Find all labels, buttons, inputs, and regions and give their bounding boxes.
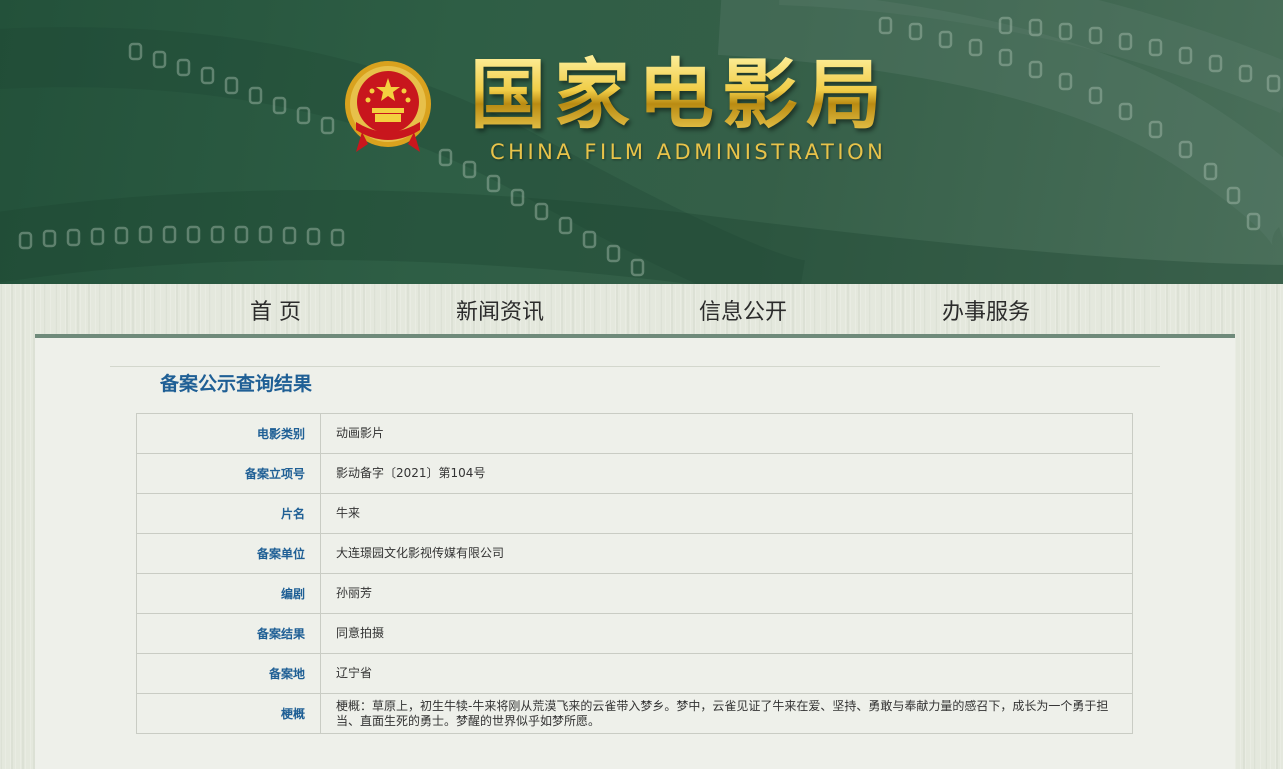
row-value: 孙丽芳 (320, 573, 1133, 614)
main-nav: 首 页 新闻资讯 信息公开 办事服务 (0, 284, 1283, 334)
record-table: 电影类别 动画影片 备案立项号 影动备字〔2021〕第104号 片名 牛来 备案… (136, 413, 1133, 734)
site-title-cn: 国家电影局 (470, 50, 890, 139)
national-emblem-icon (345, 61, 431, 152)
table-row: 编剧 孙丽芳 (136, 573, 1133, 614)
row-label: 编剧 (136, 573, 321, 614)
table-row: 片名 牛来 (136, 493, 1133, 534)
table-row: 备案地 辽宁省 (136, 653, 1133, 694)
row-value: 大连璟园文化影视传媒有限公司 (320, 533, 1133, 574)
row-label: 备案立项号 (136, 453, 321, 494)
row-value: 动画影片 (320, 413, 1133, 454)
table-row: 备案结果 同意拍摄 (136, 613, 1133, 654)
row-value: 牛来 (320, 493, 1133, 534)
row-value: 影动备字〔2021〕第104号 (320, 453, 1133, 494)
nav-item-info-disclosure[interactable]: 信息公开 (699, 294, 787, 326)
row-label: 梗概 (136, 693, 321, 734)
nav-item-services[interactable]: 办事服务 (942, 294, 1030, 326)
row-label: 备案结果 (136, 613, 321, 654)
row-label: 备案地 (136, 653, 321, 694)
row-value: 同意拍摄 (320, 613, 1133, 654)
header-banner: 国家电影局 CHINA FILM ADMINISTRATION (0, 0, 1283, 284)
title-separator (110, 366, 1160, 367)
row-label: 电影类别 (136, 413, 321, 454)
table-row: 梗概 梗概：草原上，初生牛犊-牛来将刚从荒漠飞来的云雀带入梦乡。梦中，云雀见证了… (136, 693, 1133, 734)
row-label: 备案单位 (136, 533, 321, 574)
row-value: 梗概：草原上，初生牛犊-牛来将刚从荒漠飞来的云雀带入梦乡。梦中，云雀见证了牛来在… (320, 693, 1133, 734)
table-row: 备案单位 大连璟园文化影视传媒有限公司 (136, 533, 1133, 574)
page-title: 备案公示查询结果 (160, 373, 313, 395)
table-row: 电影类别 动画影片 (136, 413, 1133, 454)
nav-item-home[interactable]: 首 页 (250, 294, 301, 326)
row-value: 辽宁省 (320, 653, 1133, 694)
nav-item-news[interactable]: 新闻资讯 (456, 294, 544, 326)
table-row: 备案立项号 影动备字〔2021〕第104号 (136, 453, 1133, 494)
row-label: 片名 (136, 493, 321, 534)
site-title-en: CHINA FILM ADMINISTRATION (490, 140, 887, 164)
